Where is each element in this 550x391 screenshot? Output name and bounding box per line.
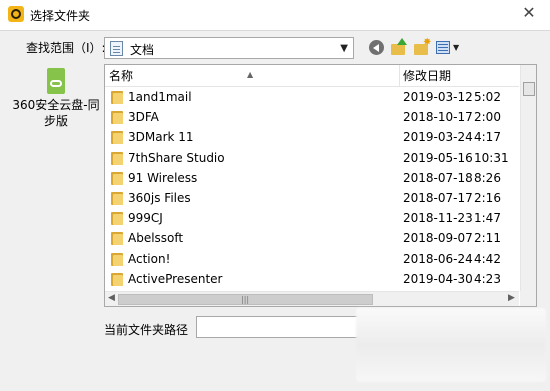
grip-icon: ||| <box>241 295 250 304</box>
documents-icon <box>110 41 123 56</box>
horizontal-scrollbar[interactable]: ◀ ||| ▶ <box>105 291 519 306</box>
scroll-right-icon[interactable]: ▶ <box>508 293 515 303</box>
file-time: 2:16 <box>474 190 501 205</box>
file-date: 2018-11-23 <box>403 211 473 226</box>
file-row[interactable]: ActivePresenter 2019-04-30 4:23 <box>105 269 519 289</box>
file-date: 2018-09-07 <box>403 231 473 246</box>
folder-icon <box>111 171 123 185</box>
folder-icon <box>111 151 123 165</box>
file-rows: 1and1mail 2019-03-12 5:02 3DFA 2018-10-17 2:0… <box>105 87 519 289</box>
file-name: 3DMark 11 <box>128 130 194 145</box>
file-name: Action! <box>128 251 171 266</box>
redacted-area <box>356 308 546 382</box>
look-in-dropdown[interactable]: 文档 ▼ <box>104 37 354 59</box>
folder-icon <box>111 252 123 266</box>
file-list[interactable]: 名称 ▲ 修改日期 1and1mail 2019-03-12 5:02 3DFA 201… <box>104 64 537 307</box>
folder-icon <box>111 131 123 145</box>
window-title: 选择文件夹 <box>30 9 91 23</box>
column-divider[interactable] <box>399 65 400 87</box>
file-time: 4:23 <box>474 271 501 286</box>
folder-icon <box>111 111 123 125</box>
sort-ascending-icon: ▲ <box>247 70 254 79</box>
file-time: 4:42 <box>474 251 501 266</box>
chevron-down-icon: ▼ <box>453 43 460 52</box>
vertical-scroll-thumb[interactable] <box>523 82 535 96</box>
file-name: 3DFA <box>128 110 159 125</box>
column-header-name[interactable]: 名称 ▲ <box>105 65 399 87</box>
look-in-label: 查找范围（I）: <box>26 41 106 55</box>
folder-icon <box>391 44 405 55</box>
file-name: 999CJ <box>128 211 163 226</box>
file-row[interactable]: 3DFA 2018-10-17 2:00 <box>105 107 519 127</box>
scroll-corner <box>520 291 536 306</box>
up-arrow-icon <box>397 38 407 45</box>
file-row[interactable]: 999CJ 2018-11-23 1:47 <box>105 208 519 228</box>
view-menu-icon <box>436 41 450 54</box>
file-date: 2019-03-24 <box>403 130 473 145</box>
file-date: 2019-03-12 <box>403 90 473 104</box>
file-row[interactable]: 3DMark 11 2019-03-24 4:17 <box>105 127 519 147</box>
look-in-value: 文档 <box>130 43 155 57</box>
folder-icon <box>111 191 123 205</box>
file-row[interactable]: 91 Wireless 2018-07-18 8:26 <box>105 168 519 188</box>
file-date: 2019-04-30 <box>403 271 473 286</box>
file-name: ActivePresenter <box>128 271 223 286</box>
sparkle-icon: ✸ <box>423 37 432 48</box>
file-name: Abelssoft <box>128 231 184 246</box>
file-name: 360js Files <box>128 190 191 205</box>
file-date: 2018-06-24 <box>403 251 473 266</box>
folder-icon <box>111 212 123 226</box>
new-folder-button[interactable]: ✸ <box>412 38 432 58</box>
back-button[interactable] <box>368 38 386 58</box>
file-name: 91 Wireless <box>128 170 198 185</box>
file-name: 1and1mail <box>128 90 192 104</box>
file-time: 10:31 <box>474 150 509 165</box>
view-menu-button[interactable]: ▼ <box>435 38 463 58</box>
file-time: 4:17 <box>474 130 501 145</box>
cloud-drive-icon[interactable] <box>45 68 67 96</box>
file-row[interactable]: 360js Files 2018-07-17 2:16 <box>105 188 519 208</box>
file-time: 8:26 <box>474 170 501 185</box>
vertical-scrollbar[interactable] <box>520 65 536 291</box>
file-date: 2018-07-17 <box>403 190 473 205</box>
file-row[interactable]: 1and1mail 2019-03-12 5:02 <box>105 87 519 107</box>
horizontal-scroll-thumb[interactable]: ||| <box>118 294 373 305</box>
folder-path-label: 当前文件夹路径 <box>104 323 189 337</box>
folder-icon <box>111 232 123 246</box>
file-time: 2:00 <box>474 110 501 125</box>
folder-icon <box>111 91 123 104</box>
file-row[interactable]: 7thShare Studio 2019-05-16 10:31 <box>105 148 519 168</box>
file-row[interactable]: Abelssoft 2018-09-07 2:11 <box>105 228 519 248</box>
file-date: 2018-10-17 <box>403 110 473 125</box>
up-folder-button[interactable] <box>389 38 409 58</box>
file-name: 7thShare Studio <box>128 150 225 165</box>
file-date: 2018-07-18 <box>403 170 473 185</box>
chevron-down-icon: ▼ <box>340 43 348 54</box>
file-row[interactable]: Action! 2018-06-24 4:42 <box>105 249 519 269</box>
app-logo-icon <box>8 6 24 22</box>
file-time: 5:02 <box>474 90 501 104</box>
close-button[interactable]: ✕ <box>512 2 546 24</box>
file-time: 2:11 <box>474 231 501 246</box>
title-bar: 选择文件夹 ✕ <box>0 0 550 30</box>
scroll-left-icon[interactable]: ◀ <box>108 293 115 303</box>
column-header-date[interactable]: 修改日期 <box>403 65 451 87</box>
file-date: 2019-05-16 <box>403 150 473 165</box>
places-item-cloud-drive[interactable]: 360安全云盘-同步版 <box>8 97 104 129</box>
file-time: 1:47 <box>474 211 501 226</box>
folder-icon <box>111 272 123 286</box>
column-header-row: 名称 ▲ 修改日期 <box>105 65 519 87</box>
